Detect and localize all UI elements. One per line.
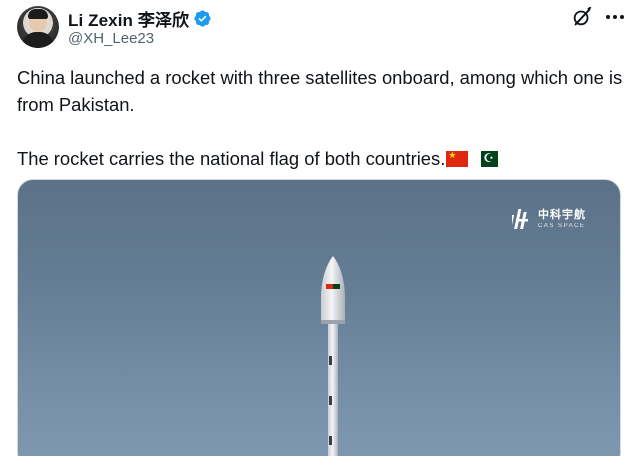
author-name-row[interactable]: Li Zexin 李泽欣	[68, 6, 212, 31]
flag-pakistan-icon	[476, 151, 499, 167]
cas-space-logo: 中科宇航 CAS SPACE	[512, 206, 586, 232]
watermark-en: CAS SPACE	[538, 222, 586, 229]
more-options-icon[interactable]	[606, 8, 624, 26]
cas-space-mark-icon	[512, 209, 528, 229]
tweet-image[interactable]: 中科宇航 CAS SPACE	[17, 179, 621, 456]
flag-china-icon	[446, 149, 469, 167]
tweet-line-2-text: The rocket carries the national flag of …	[17, 148, 446, 169]
display-name[interactable]: Li Zexin 李泽欣	[68, 6, 189, 31]
tweet-text: China launched a rocket with three satel…	[17, 64, 627, 172]
verified-badge-icon	[193, 9, 212, 28]
tweet-line-2: The rocket carries the national flag of …	[17, 145, 627, 172]
user-handle[interactable]: @XH_Lee23	[68, 30, 154, 47]
tweet-line-1: China launched a rocket with three satel…	[17, 67, 623, 115]
rocket-image	[321, 256, 345, 456]
watermark-cn: 中科宇航	[538, 208, 586, 221]
tweet: Li Zexin 李泽欣 @XH_Lee23 China launched a …	[0, 0, 640, 456]
grok-icon[interactable]	[571, 6, 593, 28]
avatar[interactable]	[17, 6, 59, 48]
